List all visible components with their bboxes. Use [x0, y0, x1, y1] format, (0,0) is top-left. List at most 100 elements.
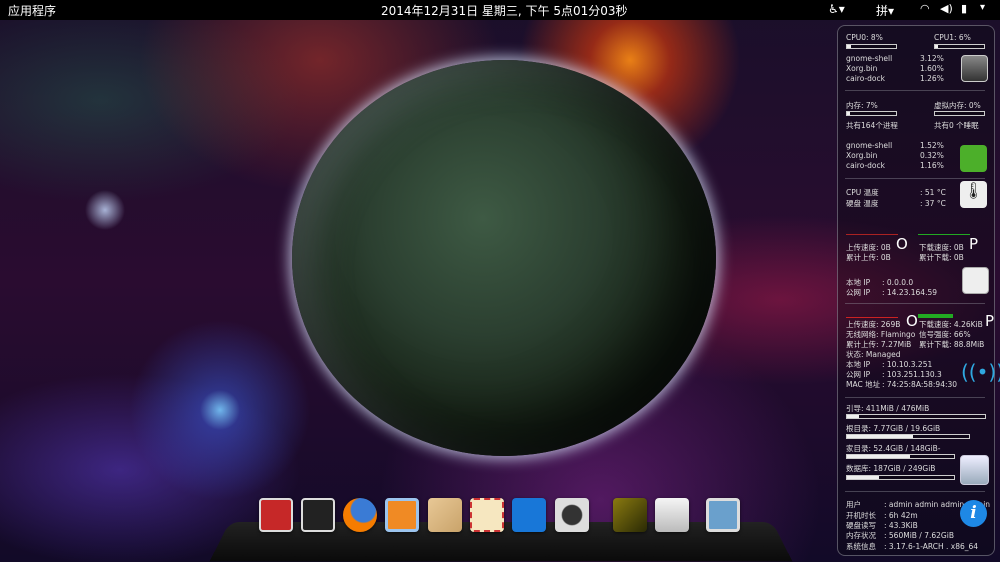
mem-proc-name: cairo-dock — [846, 161, 885, 170]
wifi-upload-graph — [846, 308, 898, 318]
wifi-download-graph — [918, 308, 953, 318]
wired-local-ip: : 0.0.0.0 — [882, 278, 914, 287]
dock-paint-icon[interactable] — [428, 498, 462, 532]
disk-temp-label: 硬盘 温度 — [846, 199, 879, 208]
dock-camera-icon[interactable] — [555, 498, 589, 532]
clock[interactable]: 2014年12月31日 星期三, 下午 5点01分03秒 — [381, 2, 628, 19]
top-bar: 应用程序 2014年12月31日 星期三, 下午 5点01分03秒 ♿▾ 拼▾ … — [0, 0, 1000, 20]
wifi-state: 状态: Managed — [846, 350, 901, 359]
system-menu-chevron-icon[interactable]: ▾ — [980, 2, 985, 13]
cpu-proc-value: 1.60% — [920, 64, 944, 73]
sys-value: : 3.17.6-1-ARCH . x86_64 — [884, 542, 979, 551]
cpu1-bar — [934, 44, 985, 49]
wired-o-marker: O — [896, 235, 908, 253]
cpu-proc-value: 3.12% — [920, 54, 944, 63]
mem-proc-name: Xorg.bin — [846, 151, 878, 160]
disk-bar-fill — [847, 476, 880, 479]
wired-upload-total: 累计上传: 0B — [846, 253, 891, 262]
cpu0-bar — [846, 44, 897, 49]
sys-value: : 43.3KiB — [884, 521, 918, 530]
dock-workspaces-icon[interactable] — [259, 498, 293, 532]
sleeping-count: 共有0 个睡眠 — [934, 121, 979, 130]
swap-label: 虚拟内存: 0% — [934, 101, 981, 110]
dock-window-manager-icon[interactable] — [706, 498, 740, 532]
divider — [845, 303, 985, 304]
wired-local-ip-label: 本地 IP — [846, 278, 871, 287]
dock-terminal-icon[interactable] — [301, 498, 335, 532]
dock-file-cabinet-icon[interactable] — [655, 498, 689, 532]
mac-address: : 74:25:8A:58:94:30 — [882, 380, 958, 389]
cpu-proc-value: 1.26% — [920, 74, 944, 83]
mem-proc-value: 0.32% — [920, 151, 944, 160]
divider — [845, 178, 985, 179]
mem-proc-name: gnome-shell — [846, 141, 893, 150]
sys-label: 系统信息 — [846, 542, 876, 551]
disk-bar-fill — [847, 435, 913, 438]
battery-icon[interactable]: ▮ — [961, 2, 967, 15]
mem-proc-value: 1.16% — [920, 161, 944, 170]
sys-value: : 6h 42m — [884, 511, 918, 520]
dock-virtualbox-icon[interactable] — [385, 498, 419, 532]
wifi-local-ip-label: 本地 IP — [846, 360, 871, 369]
wifi-upload-total: 累计上传: 7.27MiB — [846, 340, 912, 349]
wifi-local-ip: : 10.10.3.251 — [882, 360, 933, 369]
disk-bar — [846, 414, 986, 419]
wired-public-ip-label: 公网 IP — [846, 288, 871, 297]
disk-label: 家目录: 52.4GiB / 148GiB- — [846, 444, 941, 453]
divider — [845, 90, 985, 91]
sys-label: 用户 — [846, 500, 861, 509]
accessibility-icon[interactable]: ♿▾ — [828, 2, 845, 16]
download-graph — [918, 234, 970, 235]
dock-firefox-icon[interactable] — [343, 498, 377, 532]
cpu0-bar-fill — [847, 45, 851, 48]
system-settings-icon[interactable] — [961, 55, 988, 82]
wifi-o-marker: O — [906, 312, 918, 330]
memory-bar — [846, 111, 897, 116]
memory-bar-fill — [847, 112, 851, 115]
wired-download-speed: 下载速度: 0B — [919, 243, 964, 252]
cpu-proc-name: gnome-shell — [846, 54, 893, 63]
volume-icon[interactable]: ◀) — [940, 2, 953, 15]
dock-mail-icon[interactable] — [470, 498, 504, 532]
mem-proc-value: 1.52% — [920, 141, 944, 150]
ethernet-icon[interactable] — [962, 267, 989, 294]
memory-label: 内存: 7% — [846, 101, 878, 110]
applications-menu[interactable]: 应用程序 — [8, 2, 56, 19]
wireless-antenna-icon[interactable]: ((•)) — [961, 360, 1000, 384]
cpu-proc-name: Xorg.bin — [846, 64, 878, 73]
cpu1-label: CPU1: 6% — [934, 33, 971, 42]
disk-bar — [846, 434, 970, 439]
cpu-proc-name: cairo-dock — [846, 74, 885, 83]
mac-label: MAC 地址 — [846, 380, 881, 389]
hard-drive-icon[interactable] — [960, 455, 989, 485]
disk-label: 数据库: 187GiB / 249GiB — [846, 464, 936, 473]
swap-bar — [934, 111, 985, 116]
wifi-upload-speed: 上传速度: 269B — [846, 320, 901, 329]
sys-label: 内存状况 — [846, 531, 876, 540]
planet-wallpaper-image — [292, 60, 716, 456]
info-icon[interactable]: i — [960, 500, 987, 527]
dock-image-viewer-icon[interactable] — [613, 498, 647, 532]
wifi-download-total: 累计下载: 88.8MiB — [919, 340, 985, 349]
disk-label: 引导: 411MiB / 476MiB — [846, 404, 930, 413]
wifi-network: 无线网络: Flamingo — [846, 330, 916, 339]
wired-upload-speed: 上传速度: 0B — [846, 243, 891, 252]
wifi-p-marker: P — [985, 312, 995, 330]
divider — [845, 397, 985, 398]
disk-label: 根目录: 7.77GiB / 19.6GiB — [846, 424, 941, 433]
disk-bar-fill — [847, 455, 911, 458]
wifi-icon[interactable]: ◠ — [920, 2, 930, 15]
memory-chip-icon[interactable] — [960, 145, 987, 172]
input-method[interactable]: 拼▾ — [876, 2, 894, 19]
cpu1-bar-fill — [935, 45, 938, 48]
process-count: 共有164个进程 — [846, 121, 898, 130]
wired-p-marker: P — [969, 235, 979, 253]
cpu0-label: CPU0: 8% — [846, 33, 883, 42]
thermometer-icon[interactable]: 🌡 — [960, 181, 987, 208]
dock-teamviewer-icon[interactable] — [512, 498, 546, 532]
wifi-signal: 信号强度: 66% — [919, 330, 971, 339]
divider — [845, 491, 985, 492]
upload-graph — [846, 234, 898, 235]
wifi-public-ip: : 103.251.130.3 — [882, 370, 942, 379]
sys-value: : 560MiB / 7.62GiB — [884, 531, 954, 540]
